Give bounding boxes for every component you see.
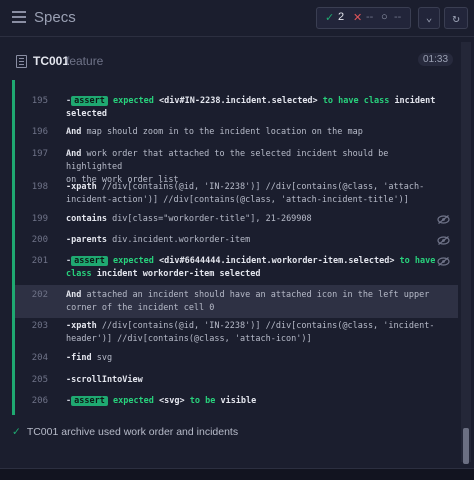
test-title[interactable]: ✓ TC001 archive used work order and incid… — [12, 426, 238, 438]
assert-badge: assert — [71, 396, 108, 406]
run-stats: ✓ 2 ✕ -- ○ -- — [316, 7, 411, 29]
eye-slash-icon[interactable] — [437, 215, 450, 224]
eye-slash-icon[interactable] — [437, 257, 450, 266]
taskbar — [0, 468, 474, 480]
command-log: 195 - assert expected <div#IN-2238.incide… — [12, 80, 458, 415]
spec-duration: 01:33 — [418, 53, 454, 66]
passed-icon: ✓ — [325, 12, 335, 24]
chevron-down-icon[interactable]: ⌄ — [418, 7, 440, 29]
top-bar: Specs ✓ 2 ✕ -- ○ -- ⌄ ↻ — [0, 0, 474, 37]
spec-type: feature — [66, 54, 104, 68]
pending-icon: ○ — [381, 11, 388, 23]
reload-icon[interactable]: ↻ — [444, 7, 468, 29]
command-row-highlighted[interactable]: 202 And attached an incident should have… — [15, 285, 458, 318]
pending-count: -- — [394, 11, 402, 23]
eye-slash-icon[interactable] — [437, 236, 450, 245]
scrollbar-track[interactable] — [461, 42, 471, 462]
assert-badge: assert — [71, 96, 108, 106]
check-icon: ✓ — [12, 426, 21, 438]
scrollbar-thumb[interactable] — [463, 428, 469, 464]
document-icon — [16, 55, 27, 68]
spec-header[interactable]: TC001 feature 01:33 — [0, 46, 460, 76]
failed-icon: ✕ — [353, 12, 363, 24]
assert-badge: assert — [71, 256, 108, 266]
spec-name: TC001 — [33, 54, 70, 68]
menu-icon[interactable] — [12, 11, 26, 23]
passed-count: 2 — [338, 11, 345, 23]
failed-count: -- — [366, 11, 374, 23]
page-title: Specs — [34, 9, 76, 26]
